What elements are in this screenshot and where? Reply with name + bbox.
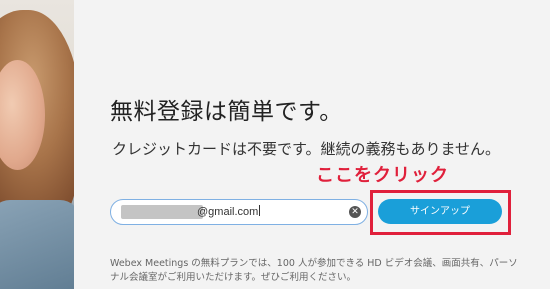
photo-shirt	[0, 200, 74, 289]
footer-text: Webex Meetings の無料プランでは、100 人が参加できる HD ビ…	[110, 258, 518, 283]
email-field[interactable]: @gmail.com ✕	[110, 199, 368, 225]
close-icon[interactable]: ✕	[349, 206, 361, 218]
email-value: @gmail.com	[197, 205, 261, 218]
redacted-email-user	[121, 205, 203, 219]
signup-button[interactable]: サインアップ	[378, 199, 502, 224]
click-here-annotation: ここをクリック	[316, 165, 449, 186]
hero-photo	[0, 0, 74, 289]
page-title: 無料登録は簡単です。	[110, 99, 343, 125]
text-caret	[259, 205, 261, 216]
signup-subtext: クレジットカードは不要です。継続の義務もありません。	[112, 140, 501, 158]
